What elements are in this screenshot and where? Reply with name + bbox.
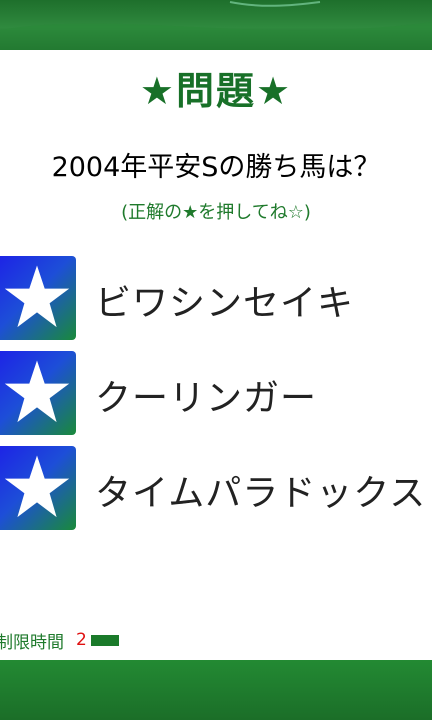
footer-bar	[0, 660, 432, 720]
answer-option-1[interactable]: ビワシンセイキ	[0, 256, 432, 340]
answer-3-label: タイムパラドックス	[95, 473, 427, 514]
answer-3-star-button[interactable]	[0, 446, 76, 530]
time-limit-count: 2	[76, 630, 87, 650]
answer-option-3[interactable]: タイムパラドックス	[0, 446, 432, 530]
star-icon	[4, 265, 70, 328]
quiz-screen: ★問題★ 2004年平安Sの勝ち馬は？ (正解の★を押してね☆) ビワシンセイキ…	[0, 0, 432, 720]
star-icon	[4, 455, 70, 518]
header-bar	[0, 0, 432, 50]
star-icon	[4, 360, 70, 423]
time-limit: 制限時間 2	[0, 627, 119, 653]
answer-1-label: ビワシンセイキ	[95, 283, 355, 324]
question-text: 2004年平安Sの勝ち馬は？	[51, 152, 381, 183]
hint-text: (正解の★を押してね☆)	[121, 202, 311, 223]
answer-2-label: クーリンガー	[95, 378, 318, 419]
quiz-title: ★問題★	[139, 69, 293, 113]
header-wave-decoration	[0, 1, 432, 50]
time-limit-bar	[90, 634, 119, 646]
answer-option-2[interactable]: クーリンガー	[0, 351, 432, 435]
time-limit-label: 制限時間	[0, 632, 64, 653]
answer-1-star-button[interactable]	[0, 256, 76, 340]
answer-2-star-button[interactable]	[0, 351, 76, 435]
